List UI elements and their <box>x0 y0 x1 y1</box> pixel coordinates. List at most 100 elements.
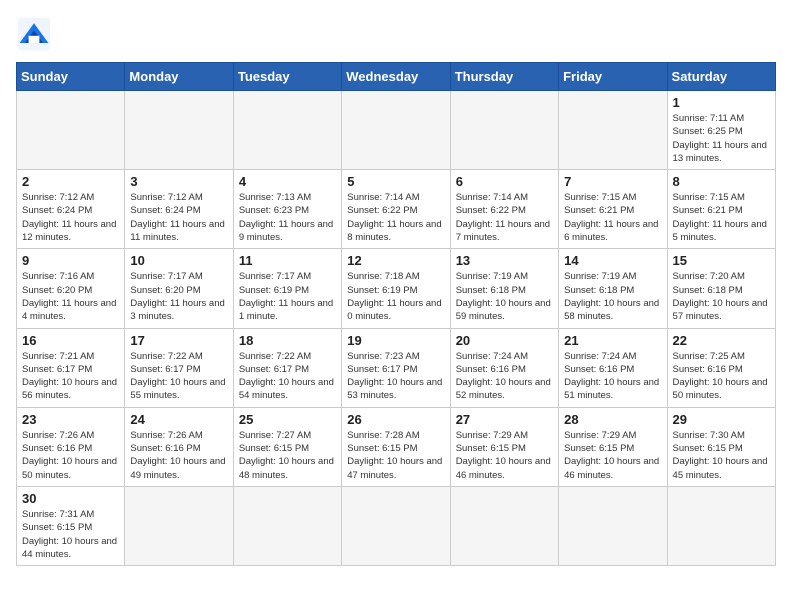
calendar-header-row: SundayMondayTuesdayWednesdayThursdayFrid… <box>17 63 776 91</box>
day-info: Sunrise: 7:29 AMSunset: 6:15 PMDaylight:… <box>456 429 553 482</box>
day-number: 6 <box>456 174 553 189</box>
day-info: Sunrise: 7:19 AMSunset: 6:18 PMDaylight:… <box>564 270 661 323</box>
day-number: 16 <box>22 333 119 348</box>
day-number: 24 <box>130 412 227 427</box>
calendar-week-3: 16 Sunrise: 7:21 AMSunset: 6:17 PMDayligh… <box>17 328 776 407</box>
calendar-week-4: 23 Sunrise: 7:26 AMSunset: 6:16 PMDayligh… <box>17 407 776 486</box>
logo <box>16 16 58 52</box>
calendar-cell: 27Sunrise: 7:29 AMSunset: 6:15 PMDayligh… <box>450 407 558 486</box>
calendar-cell: 10Sunrise: 7:17 AMSunset: 6:20 PMDayligh… <box>125 249 233 328</box>
calendar-cell: 29Sunrise: 7:30 AMSunset: 6:15 PMDayligh… <box>667 407 775 486</box>
calendar-week-5: 30 Sunrise: 7:31 AMSunset: 6:15 PMDayligh… <box>17 486 776 565</box>
calendar-cell: 26 Sunrise: 7:28 AMSunset: 6:15 PMDayligh… <box>342 407 450 486</box>
calendar-cell: 1 Sunrise: 7:11 AMSunset: 6:25 PMDaylight… <box>667 91 775 170</box>
calendar-cell: 25 Sunrise: 7:27 AMSunset: 6:15 PMDayligh… <box>233 407 341 486</box>
day-number: 9 <box>22 253 119 268</box>
day-number: 17 <box>130 333 227 348</box>
day-number: 1 <box>673 95 770 110</box>
day-info: Sunrise: 7:27 AMSunset: 6:15 PMDaylight:… <box>239 429 336 482</box>
page: SundayMondayTuesdayWednesdayThursdayFrid… <box>0 0 792 582</box>
calendar-cell <box>450 91 558 170</box>
calendar-cell: 9 Sunrise: 7:16 AMSunset: 6:20 PMDaylight… <box>17 249 125 328</box>
calendar-cell <box>17 91 125 170</box>
day-info: Sunrise: 7:23 AMSunset: 6:17 PMDaylight:… <box>347 350 444 403</box>
day-header-thursday: Thursday <box>450 63 558 91</box>
calendar-cell <box>342 91 450 170</box>
day-info: Sunrise: 7:15 AMSunset: 6:21 PMDaylight:… <box>673 191 770 244</box>
day-number: 12 <box>347 253 444 268</box>
day-number: 18 <box>239 333 336 348</box>
calendar-cell: 21Sunrise: 7:24 AMSunset: 6:16 PMDayligh… <box>559 328 667 407</box>
day-header-sunday: Sunday <box>17 63 125 91</box>
calendar-cell: 3Sunrise: 7:12 AMSunset: 6:24 PMDaylight… <box>125 170 233 249</box>
day-info: Sunrise: 7:31 AMSunset: 6:15 PMDaylight:… <box>22 508 119 561</box>
calendar-cell: 23 Sunrise: 7:26 AMSunset: 6:16 PMDayligh… <box>17 407 125 486</box>
day-number: 22 <box>673 333 770 348</box>
day-number: 5 <box>347 174 444 189</box>
day-header-saturday: Saturday <box>667 63 775 91</box>
day-info: Sunrise: 7:12 AMSunset: 6:24 PMDaylight:… <box>130 191 227 244</box>
day-info: Sunrise: 7:15 AMSunset: 6:21 PMDaylight:… <box>564 191 661 244</box>
calendar-cell: 18 Sunrise: 7:22 AMSunset: 6:17 PMDayligh… <box>233 328 341 407</box>
calendar-cell <box>342 486 450 565</box>
day-info: Sunrise: 7:14 AMSunset: 6:22 PMDaylight:… <box>347 191 444 244</box>
day-number: 26 <box>347 412 444 427</box>
day-number: 20 <box>456 333 553 348</box>
day-number: 14 <box>564 253 661 268</box>
day-info: Sunrise: 7:26 AMSunset: 6:16 PMDaylight:… <box>22 429 119 482</box>
day-info: Sunrise: 7:11 AMSunset: 6:25 PMDaylight:… <box>673 112 770 165</box>
header <box>16 16 776 52</box>
day-header-wednesday: Wednesday <box>342 63 450 91</box>
calendar-cell: 12Sunrise: 7:18 AMSunset: 6:19 PMDayligh… <box>342 249 450 328</box>
calendar-cell <box>559 486 667 565</box>
day-info: Sunrise: 7:20 AMSunset: 6:18 PMDaylight:… <box>673 270 770 323</box>
day-info: Sunrise: 7:22 AMSunset: 6:17 PMDaylight:… <box>239 350 336 403</box>
day-info: Sunrise: 7:14 AMSunset: 6:22 PMDaylight:… <box>456 191 553 244</box>
day-number: 28 <box>564 412 661 427</box>
calendar-cell: 4Sunrise: 7:13 AMSunset: 6:23 PMDaylight… <box>233 170 341 249</box>
day-number: 15 <box>673 253 770 268</box>
calendar-cell: 6 Sunrise: 7:14 AMSunset: 6:22 PMDaylight… <box>450 170 558 249</box>
calendar-cell: 13Sunrise: 7:19 AMSunset: 6:18 PMDayligh… <box>450 249 558 328</box>
calendar-cell <box>559 91 667 170</box>
calendar-cell: 22 Sunrise: 7:25 AMSunset: 6:16 PMDayligh… <box>667 328 775 407</box>
calendar-week-0: 1 Sunrise: 7:11 AMSunset: 6:25 PMDaylight… <box>17 91 776 170</box>
calendar-cell: 20Sunrise: 7:24 AMSunset: 6:16 PMDayligh… <box>450 328 558 407</box>
day-number: 2 <box>22 174 119 189</box>
day-info: Sunrise: 7:25 AMSunset: 6:16 PMDaylight:… <box>673 350 770 403</box>
calendar-cell: 19Sunrise: 7:23 AMSunset: 6:17 PMDayligh… <box>342 328 450 407</box>
calendar-cell: 15 Sunrise: 7:20 AMSunset: 6:18 PMDayligh… <box>667 249 775 328</box>
calendar-cell <box>125 486 233 565</box>
day-header-friday: Friday <box>559 63 667 91</box>
day-info: Sunrise: 7:17 AMSunset: 6:20 PMDaylight:… <box>130 270 227 323</box>
calendar-cell: 30 Sunrise: 7:31 AMSunset: 6:15 PMDayligh… <box>17 486 125 565</box>
calendar-cell <box>667 486 775 565</box>
calendar-cell: 17 Sunrise: 7:22 AMSunset: 6:17 PMDayligh… <box>125 328 233 407</box>
day-number: 11 <box>239 253 336 268</box>
day-info: Sunrise: 7:26 AMSunset: 6:16 PMDaylight:… <box>130 429 227 482</box>
day-info: Sunrise: 7:16 AMSunset: 6:20 PMDaylight:… <box>22 270 119 323</box>
day-number: 25 <box>239 412 336 427</box>
calendar-cell: 28 Sunrise: 7:29 AMSunset: 6:15 PMDayligh… <box>559 407 667 486</box>
calendar-cell <box>450 486 558 565</box>
day-info: Sunrise: 7:24 AMSunset: 6:16 PMDaylight:… <box>564 350 661 403</box>
logo-icon <box>16 16 52 52</box>
day-info: Sunrise: 7:22 AMSunset: 6:17 PMDaylight:… <box>130 350 227 403</box>
calendar-cell <box>233 91 341 170</box>
day-info: Sunrise: 7:21 AMSunset: 6:17 PMDaylight:… <box>22 350 119 403</box>
calendar-week-2: 9 Sunrise: 7:16 AMSunset: 6:20 PMDaylight… <box>17 249 776 328</box>
calendar-cell: 14 Sunrise: 7:19 AMSunset: 6:18 PMDayligh… <box>559 249 667 328</box>
day-number: 8 <box>673 174 770 189</box>
calendar-table: SundayMondayTuesdayWednesdayThursdayFrid… <box>16 62 776 566</box>
day-info: Sunrise: 7:30 AMSunset: 6:15 PMDaylight:… <box>673 429 770 482</box>
day-number: 4 <box>239 174 336 189</box>
calendar-cell: 24 Sunrise: 7:26 AMSunset: 6:16 PMDayligh… <box>125 407 233 486</box>
day-info: Sunrise: 7:29 AMSunset: 6:15 PMDaylight:… <box>564 429 661 482</box>
calendar-cell: 7Sunrise: 7:15 AMSunset: 6:21 PMDaylight… <box>559 170 667 249</box>
day-info: Sunrise: 7:28 AMSunset: 6:15 PMDaylight:… <box>347 429 444 482</box>
day-number: 23 <box>22 412 119 427</box>
calendar-cell: 5 Sunrise: 7:14 AMSunset: 6:22 PMDaylight… <box>342 170 450 249</box>
day-info: Sunrise: 7:17 AMSunset: 6:19 PMDaylight:… <box>239 270 336 323</box>
day-number: 30 <box>22 491 119 506</box>
calendar-cell <box>125 91 233 170</box>
